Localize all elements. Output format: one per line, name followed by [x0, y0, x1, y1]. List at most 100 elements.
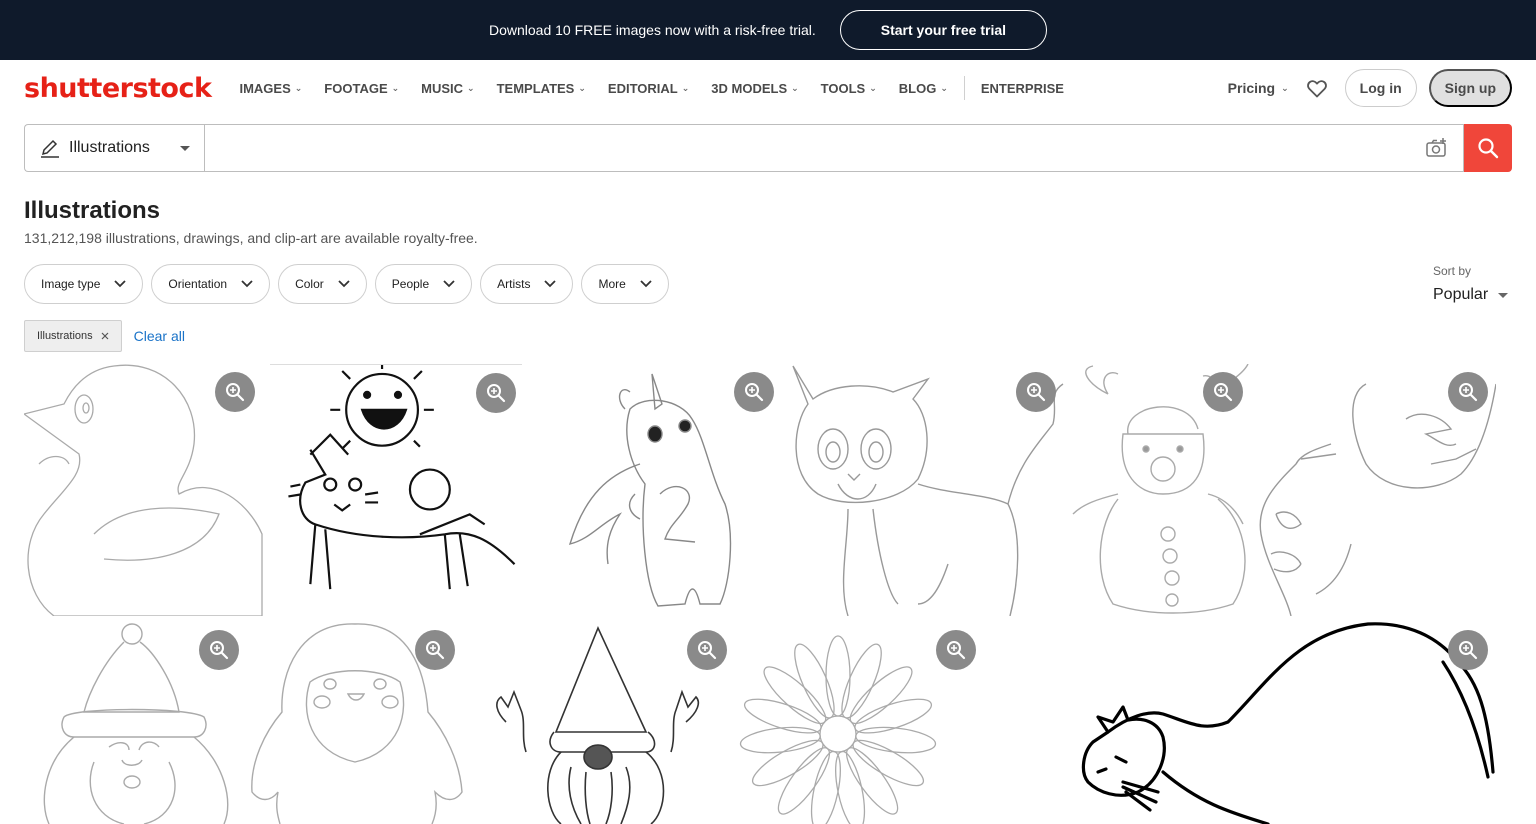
heart-icon[interactable]: [1305, 76, 1329, 100]
result-tile-kitten[interactable]: [788, 364, 1064, 616]
result-tile-line-faces[interactable]: [1256, 364, 1496, 616]
nav-label: 3D MODELS: [711, 80, 788, 96]
chevron-down-icon: ⌄: [467, 82, 475, 93]
result-tile-daisy[interactable]: [736, 622, 983, 824]
nav-images[interactable]: IMAGES ⌄: [239, 81, 302, 96]
chevron-down-icon: ⌄: [940, 82, 948, 93]
sort-label: Sort by: [1433, 264, 1472, 278]
result-image: [1081, 622, 1495, 824]
result-tile-cat[interactable]: [1068, 622, 1496, 824]
nav-label: TOOLS: [820, 80, 866, 96]
nav-blog[interactable]: BLOG ⌄: [899, 81, 948, 96]
search-input-wrap: [204, 124, 1464, 172]
filter-artists[interactable]: Artists: [480, 264, 574, 304]
nav-tools[interactable]: TOOLS ⌄: [821, 81, 877, 96]
result-tile-penguin[interactable]: [250, 622, 464, 824]
result-tile-reindeer-snowman[interactable]: [1068, 364, 1252, 616]
zoom-in-icon[interactable]: [687, 630, 727, 670]
chevron-down-icon: [241, 280, 253, 288]
search-type-label: Illustrations: [69, 139, 150, 156]
chip-label: Illustrations: [37, 330, 93, 342]
search-button[interactable]: [1464, 124, 1512, 172]
zoom-in-icon[interactable]: [415, 630, 455, 670]
search-type-select[interactable]: Illustrations: [24, 124, 204, 172]
chevron-down-icon: [338, 280, 350, 288]
promo-banner: Download 10 FREE images now with a risk-…: [0, 0, 1536, 60]
pen-icon: [41, 139, 59, 158]
pricing-menu[interactable]: Pricing ⌄: [1228, 80, 1289, 96]
sort-select[interactable]: Sort by Popular: [1433, 264, 1509, 304]
chevron-down-icon: [640, 280, 652, 288]
zoom-in-icon[interactable]: [1448, 630, 1488, 670]
zoom-in-icon[interactable]: [1016, 372, 1056, 412]
result-tile-gnome[interactable]: [486, 622, 734, 824]
filter-label: Image type: [41, 277, 101, 291]
nav-label: MUSIC: [421, 80, 464, 96]
zoom-in-icon[interactable]: [936, 630, 976, 670]
chevron-down-icon: ⌄: [1281, 82, 1289, 93]
search-bar: Illustrations: [24, 124, 1512, 172]
result-tile-duck[interactable]: [24, 364, 263, 616]
search-input[interactable]: [205, 125, 1425, 171]
nav-label: IMAGES: [239, 80, 291, 96]
chevron-down-icon: [114, 280, 127, 288]
chevron-down-icon: ⌄: [791, 82, 799, 93]
sort-value: Popular: [1433, 286, 1509, 304]
nav-label: FOOTAGE: [324, 80, 388, 96]
zoom-in-icon[interactable]: [215, 372, 255, 412]
nav-editorial[interactable]: EDITORIAL ⌄: [608, 81, 689, 96]
nav-3d-models[interactable]: 3D MODELS ⌄: [711, 81, 798, 96]
results-grid: [0, 364, 1536, 824]
zoom-in-icon[interactable]: [199, 630, 239, 670]
zoom-in-icon[interactable]: [476, 373, 516, 413]
filter-label: Color: [295, 277, 324, 291]
active-filters: Illustrations Clear all: [24, 320, 185, 352]
zoom-in-icon[interactable]: [734, 372, 774, 412]
promo-text: Download 10 FREE images now with a risk-…: [488, 22, 816, 38]
chevron-down-icon: ⌄: [869, 82, 877, 93]
caret-down-icon: [180, 145, 190, 151]
signup-button[interactable]: Sign up: [1428, 69, 1512, 107]
filter-orientation[interactable]: Orientation: [151, 264, 271, 304]
filter-label: More: [598, 277, 626, 291]
chevron-down-icon: ⌄: [294, 82, 303, 93]
nav-enterprise[interactable]: ENTERPRISE: [981, 81, 1064, 96]
nav-label: BLOG: [898, 80, 937, 96]
login-button[interactable]: Log in: [1344, 69, 1417, 107]
filter-bar: Image type Orientation Color People Arti…: [24, 264, 669, 304]
zoom-in-icon[interactable]: [1448, 372, 1488, 412]
filter-color[interactable]: Color: [278, 264, 367, 304]
filter-image-type[interactable]: Image type: [24, 264, 144, 304]
clear-all-link[interactable]: Clear all: [134, 328, 185, 344]
pricing-label: Pricing: [1227, 80, 1276, 96]
filter-label: People: [391, 277, 430, 291]
chevron-down-icon: [544, 280, 557, 288]
filter-label: Orientation: [168, 277, 228, 291]
nav-divider: [963, 76, 965, 100]
result-tile-sun-riding-cat[interactable]: [270, 364, 522, 616]
nav-templates[interactable]: TEMPLATES ⌄: [497, 81, 586, 96]
nav-label: EDITORIAL: [607, 80, 678, 96]
filter-people[interactable]: People: [374, 264, 473, 304]
filter-label: Artists: [497, 277, 531, 291]
result-tile-unicorn[interactable]: [530, 364, 782, 616]
nav-label: TEMPLATES: [496, 80, 575, 96]
filter-chip[interactable]: Illustrations: [24, 320, 122, 352]
main-nav: IMAGES ⌄ FOOTAGE ⌄ MUSIC ⌄ TEMPLATES ⌄ EDITO…: [239, 60, 1086, 116]
chevron-down-icon: ⌄: [578, 82, 586, 93]
page-title: Illustrations: [24, 197, 161, 224]
shutterstock-logo[interactable]: shutterstock: [24, 73, 212, 104]
close-icon[interactable]: [101, 332, 109, 340]
result-tile-santa[interactable]: [24, 622, 247, 824]
chevron-down-icon: ⌄: [681, 82, 690, 93]
nav-footage[interactable]: FOOTAGE ⌄: [324, 81, 399, 96]
start-trial-button[interactable]: Start your free trial: [839, 10, 1048, 50]
camera-search-icon[interactable]: [1425, 137, 1449, 159]
header-actions: Pricing ⌄ Log in Sign up: [1228, 69, 1512, 107]
chevron-down-icon: ⌄: [391, 82, 400, 93]
zoom-in-icon[interactable]: [1203, 372, 1243, 412]
filter-more[interactable]: More: [581, 264, 669, 304]
caret-down-icon: [1498, 292, 1509, 298]
page-subtitle: 131,212,198 illustrations, drawings, and…: [24, 230, 478, 246]
nav-music[interactable]: MUSIC ⌄: [421, 81, 474, 96]
